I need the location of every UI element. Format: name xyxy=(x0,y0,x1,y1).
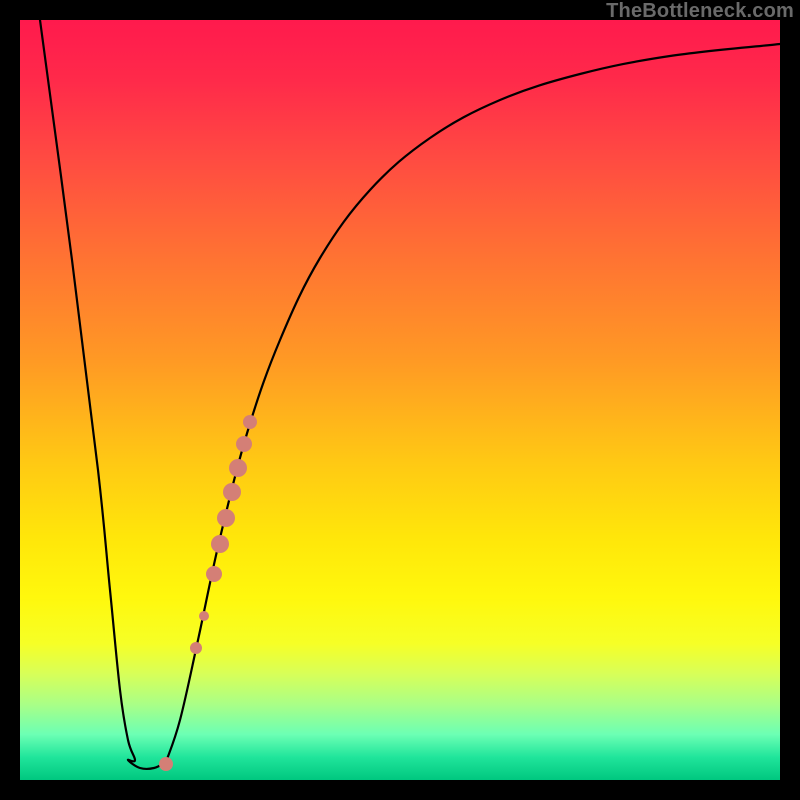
curve-marker xyxy=(217,509,235,527)
bottleneck-curve xyxy=(40,20,780,769)
curve-marker xyxy=(229,459,247,477)
curve-marker xyxy=(190,642,202,654)
curve-marker xyxy=(206,566,222,582)
curve-marker xyxy=(211,535,229,553)
curve-marker xyxy=(236,436,252,452)
curve-marker xyxy=(223,483,241,501)
curve-marker xyxy=(159,757,173,771)
curve-marker xyxy=(199,611,209,621)
curve-marker xyxy=(243,415,257,429)
chart-plot xyxy=(20,20,780,780)
